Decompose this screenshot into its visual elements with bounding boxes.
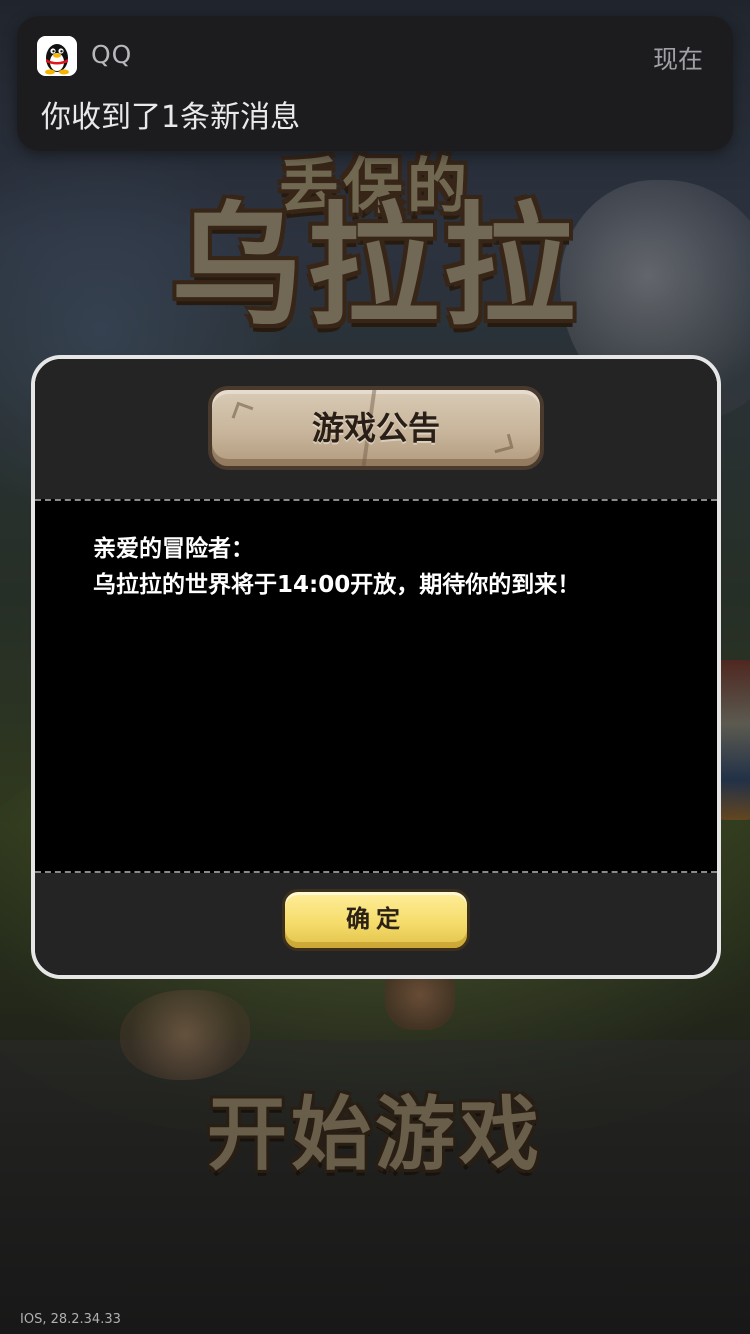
title-plaque: 游戏公告 [208,386,544,470]
announcement-dialog: 游戏公告 亲爱的冒险者： 乌拉拉的世界将于14:00开放，期待你的到来！ 确定 [31,355,721,979]
announcement-body: 亲爱的冒险者： 乌拉拉的世界将于14:00开放，期待你的到来！ [93,531,673,603]
confirm-button[interactable]: 确定 [282,889,470,951]
version-label: IOS, 28.2.34.33 [20,1312,121,1327]
dialog-header: 游戏公告 [35,359,717,499]
qq-penguin-icon [37,36,77,76]
announcement-text: 乌拉拉的世界将于14:00开放，期待你的到来！ [93,572,581,598]
notification-app-name: QQ [91,40,133,69]
announcement-greeting: 亲爱的冒险者： [93,536,254,562]
push-notification[interactable]: QQ 现在 你收到了1条新消息 [17,16,733,151]
game-screen: 丢保的 乌拉拉 开始游戏 QQ 现在 你收到了1条新消息 游戏公告 亲爱的冒险者… [0,0,750,1334]
notification-time: 现在 [652,45,703,74]
confirm-button-label: 确定 [346,905,406,933]
dialog-footer: 确定 [35,873,717,975]
dialog-title: 游戏公告 [311,409,440,447]
notification-message: 你收到了1条新消息 [41,100,301,135]
divider [35,499,717,501]
